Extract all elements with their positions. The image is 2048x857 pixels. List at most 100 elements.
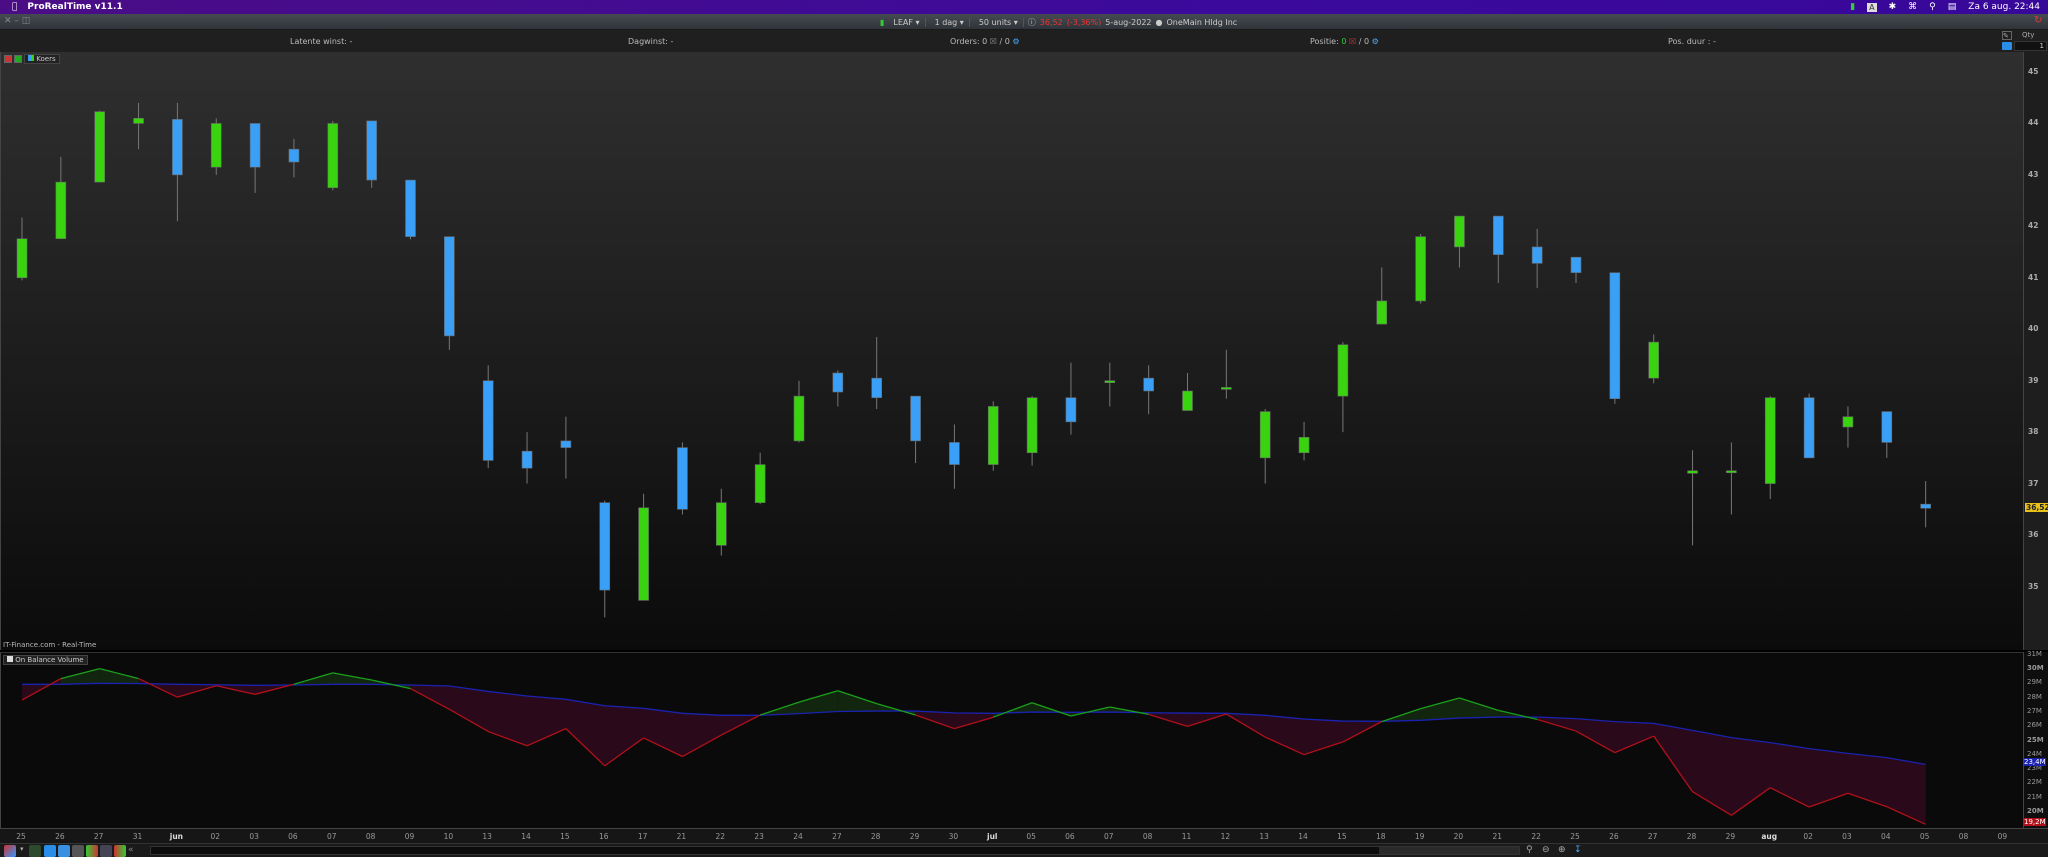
candle[interactable] [1259,408,1271,484]
candle[interactable] [677,442,688,515]
candle[interactable] [754,452,766,505]
candle[interactable] [560,416,572,479]
scroll-latest-icon[interactable]: ↧ [1574,845,1586,857]
candle[interactable] [987,401,999,471]
candle[interactable] [1881,411,1893,458]
candle[interactable] [1764,396,1776,500]
candle[interactable] [405,179,416,240]
obv-axis[interactable]: 31M 30M 29M 28M 27M 26M 25M 24M 23M 22M 21M 20M 23,4… [2023,650,2048,828]
candle[interactable] [793,380,805,443]
candle[interactable] [1065,362,1077,435]
order-tool-icon[interactable]: ✎ [2002,31,2012,40]
candle[interactable] [871,336,883,409]
candle[interactable] [1337,342,1349,433]
spotlight-search-icon[interactable]: ⚲ [1929,2,1936,12]
wifi-icon[interactable]: ⌘ [1908,2,1917,12]
candle[interactable] [482,365,494,469]
candle[interactable] [1570,256,1582,283]
info-icon[interactable]: ⓘ [1028,17,1036,28]
candle[interactable] [249,123,261,193]
scrollbar-thumb[interactable] [1379,847,1519,854]
input-source-icon[interactable]: A [1867,2,1877,12]
timeframe-selector[interactable]: 1 dag ▾ [930,17,970,27]
price-axis[interactable]: 45 44 43 42 41 40 39 38 37 36 35 36,52 [2023,52,2048,650]
candle[interactable] [55,156,67,240]
candle[interactable] [1221,349,1232,399]
candle[interactable] [1026,396,1038,466]
trading-icon[interactable] [86,845,98,857]
candle-body [832,372,844,393]
qty-input[interactable]: 1 [2014,41,2047,51]
candle[interactable] [1920,481,1931,528]
orders-settings-icon[interactable]: ⚙ [1012,37,1019,46]
bluetooth-icon[interactable]: ✱ [1889,2,1897,12]
candle[interactable] [16,217,28,281]
prorealtime-status-icon[interactable]: ▮ [1850,2,1855,12]
candle[interactable] [715,488,727,556]
candle[interactable] [444,236,455,350]
candle[interactable] [910,395,921,464]
date-axis[interactable]: 25 26 27 31 jun 02 03 06 07 08 09 10 13 14 15 16 17 21 22 2… [0,828,2048,843]
candle[interactable] [638,493,649,601]
candle[interactable] [1609,272,1621,404]
candle[interactable] [1803,393,1815,459]
orders-summary[interactable]: Orders: 0 ☒ / 0 ⚙ [950,37,1020,46]
windows-icon[interactable] [100,845,112,857]
keyboard-icon[interactable] [2002,42,2012,50]
candle[interactable] [172,102,183,222]
chart-style-icon[interactable]: ▮ [880,18,884,27]
candle[interactable] [288,138,300,178]
horizontal-scrollbar[interactable] [150,846,1520,855]
position-settings-icon[interactable]: ⚙ [1372,37,1379,46]
drawing-dropdown-icon[interactable]: ▾ [20,845,26,857]
candle[interactable] [1143,365,1154,415]
indicators-icon[interactable] [29,845,41,857]
candle[interactable] [1648,334,1659,384]
candle[interactable] [1454,215,1465,268]
candle[interactable] [1415,234,1426,304]
market-status-icon: ● [1155,17,1163,27]
apple-icon[interactable]:  [12,2,17,12]
candle[interactable] [1182,372,1193,411]
candle[interactable] [1687,450,1698,546]
candle[interactable] [327,120,339,191]
candle[interactable] [832,370,844,407]
menubar-datetime[interactable]: Za 6 aug. 22:44 [1968,2,2040,12]
candle[interactable] [1104,362,1116,407]
app-title[interactable]: ProRealTime v11.1 [27,2,122,12]
zoom-out-icon[interactable]: ⊖ [1542,845,1554,857]
candle[interactable] [1531,228,1543,289]
control-center-icon[interactable]: ▤ [1948,2,1957,12]
candle[interactable] [1376,267,1388,325]
close-orders-icon[interactable]: ☒ [990,37,997,46]
window-controls[interactable]: ✕ – ◫ [4,16,30,26]
drawing-tools-icon[interactable] [4,845,16,857]
candle[interactable] [1726,442,1737,515]
candle[interactable] [599,500,611,618]
units-selector[interactable]: 50 units ▾ [974,17,1024,27]
candle[interactable] [133,102,144,150]
price-chart-pane[interactable]: Koers IT-Finance.com - Real-Time [0,52,2023,650]
zoom-fit-icon[interactable]: ⚲ [1526,845,1538,857]
zoom-in-icon[interactable]: ⊕ [1558,845,1570,857]
sync-icon[interactable]: ↻ [2034,15,2042,26]
candle[interactable] [210,118,222,175]
position-summary[interactable]: Positie: 0 ☒ / 0 ⚙ [1310,37,1379,46]
scroll-start-button[interactable]: « [128,845,148,857]
candle[interactable] [1842,406,1854,448]
calculator-icon[interactable] [72,845,84,857]
date-tick-label: 30 [948,832,959,841]
candle[interactable] [1298,421,1310,461]
symbol-selector[interactable]: LEAF ▾ [888,17,926,27]
obv-indicator-pane[interactable]: On Balance Volume [0,652,2023,828]
copy-chart-icon[interactable] [58,845,70,857]
share-icon[interactable] [44,845,56,857]
backtest-icon[interactable] [114,845,126,857]
candle[interactable] [1493,215,1504,283]
candle[interactable] [521,432,533,484]
obv-tick-label: 25M [2027,735,2044,744]
candle[interactable] [949,424,960,489]
candle[interactable] [94,110,105,183]
close-position-icon[interactable]: ☒ [1349,37,1356,46]
candle[interactable] [366,120,377,188]
